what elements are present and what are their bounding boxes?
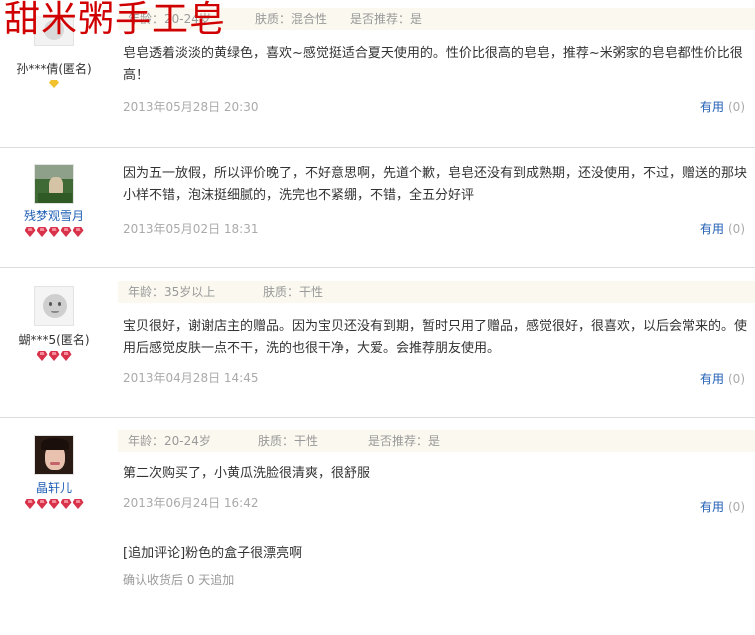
gem-icon bbox=[61, 351, 72, 361]
gem-icon bbox=[49, 227, 60, 237]
meta-recommend: 是否推荐：是 bbox=[350, 12, 423, 26]
review-text: 第二次购买了，小黄瓜洗脸很清爽，很舒服 bbox=[123, 466, 371, 481]
useful-label[interactable]: 有用 bbox=[700, 222, 724, 236]
diamond-icon bbox=[49, 80, 59, 88]
review-date: 2013年04月28日 14:45 bbox=[123, 371, 259, 385]
reviewer-level-badge bbox=[0, 80, 108, 92]
review-item: 晶轩儿 年龄：20-24岁 肤质：干性 是否推荐：是 第二次购买了，小黄瓜洗脸很清爽… bbox=[0, 418, 755, 635]
useful-count: (0) bbox=[728, 500, 745, 514]
avatar[interactable] bbox=[34, 164, 74, 204]
reviewer: 残梦观雪月 bbox=[0, 164, 108, 239]
review-item: 残梦观雪月 因为五一放假，所以评价晚了，不好意思啊，先道个歉，皂皂还没有到成熟期… bbox=[0, 148, 755, 268]
gem-icon bbox=[73, 227, 84, 237]
reviewer-name[interactable]: 晶轩儿 bbox=[0, 481, 108, 496]
review-text: 皂皂透着淡淡的黄绿色，喜欢~感觉挺适合夏天使用的。性价比很高的皂皂，推荐~米粥家… bbox=[123, 46, 743, 83]
additional-review-note: 确认收货后 0 天追加 bbox=[123, 573, 235, 587]
review-text: 宝贝很好，谢谢店主的赠品。因为宝贝还没有到期，暂时只用了赠品，感觉很好，很喜欢，… bbox=[123, 319, 748, 356]
meta-age: 年龄：35岁以上 bbox=[128, 285, 216, 299]
gem-icon bbox=[73, 499, 84, 509]
useful-button[interactable]: 有用 (0) bbox=[700, 498, 745, 515]
useful-count: (0) bbox=[728, 222, 745, 236]
reviewer-name: 孙***倩(匿名) bbox=[16, 62, 92, 76]
gem-icon bbox=[61, 499, 72, 509]
useful-count: (0) bbox=[728, 372, 745, 386]
useful-label[interactable]: 有用 bbox=[700, 500, 724, 514]
reviewer-level-badge bbox=[0, 227, 108, 239]
reviewer-name: 蝴***5(匿名) bbox=[18, 333, 90, 347]
review-meta: 年龄：20-24岁 肤质：干性 是否推荐：是 bbox=[118, 430, 755, 452]
useful-button[interactable]: 有用 (0) bbox=[700, 98, 745, 115]
meta-skin: 肤质：混合性 bbox=[255, 12, 328, 26]
additional-review-text: [追加评论]粉色的盒子很漂亮啊 bbox=[123, 546, 303, 561]
avatar[interactable] bbox=[34, 435, 74, 475]
reviewer-level-badge bbox=[0, 351, 108, 363]
reviewer: 蝴***5(匿名) bbox=[0, 286, 108, 363]
watermark: 甜米粥手工皂 bbox=[4, 0, 227, 40]
meta-skin: 肤质：干性 bbox=[263, 285, 324, 299]
review-date: 2013年05月28日 20:30 bbox=[123, 100, 259, 114]
useful-button[interactable]: 有用 (0) bbox=[700, 370, 745, 387]
meta-skin: 肤质：干性 bbox=[258, 434, 319, 448]
gem-icon bbox=[61, 227, 72, 237]
useful-label[interactable]: 有用 bbox=[700, 100, 724, 114]
useful-button[interactable]: 有用 (0) bbox=[700, 220, 745, 237]
reviewer: 晶轩儿 bbox=[0, 435, 108, 511]
review-date: 2013年06月24日 16:42 bbox=[123, 496, 259, 510]
gem-icon bbox=[49, 499, 60, 509]
avatar[interactable] bbox=[34, 286, 74, 326]
gem-icon bbox=[37, 351, 48, 361]
useful-count: (0) bbox=[728, 100, 745, 114]
gem-icon bbox=[49, 351, 60, 361]
gem-icon bbox=[37, 499, 48, 509]
review-date: 2013年05月02日 18:31 bbox=[123, 222, 259, 236]
useful-label[interactable]: 有用 bbox=[700, 372, 724, 386]
review-meta: 年龄：35岁以上 肤质：干性 bbox=[118, 281, 755, 303]
gem-icon bbox=[37, 227, 48, 237]
gem-icon bbox=[25, 227, 36, 237]
meta-recommend: 是否推荐：是 bbox=[368, 434, 441, 448]
review-text: 因为五一放假，所以评价晚了，不好意思啊，先道个歉，皂皂还没有到成熟期，还没使用，… bbox=[123, 166, 748, 203]
reviewer-level-badge bbox=[0, 499, 108, 511]
meta-age: 年龄：20-24岁 bbox=[128, 434, 211, 448]
reviewer-name[interactable]: 残梦观雪月 bbox=[0, 209, 108, 224]
review-item: 蝴***5(匿名) 年龄：35岁以上 肤质：干性 宝贝很好，谢谢店主的赠品。因为宝… bbox=[0, 268, 755, 418]
gem-icon bbox=[25, 499, 36, 509]
